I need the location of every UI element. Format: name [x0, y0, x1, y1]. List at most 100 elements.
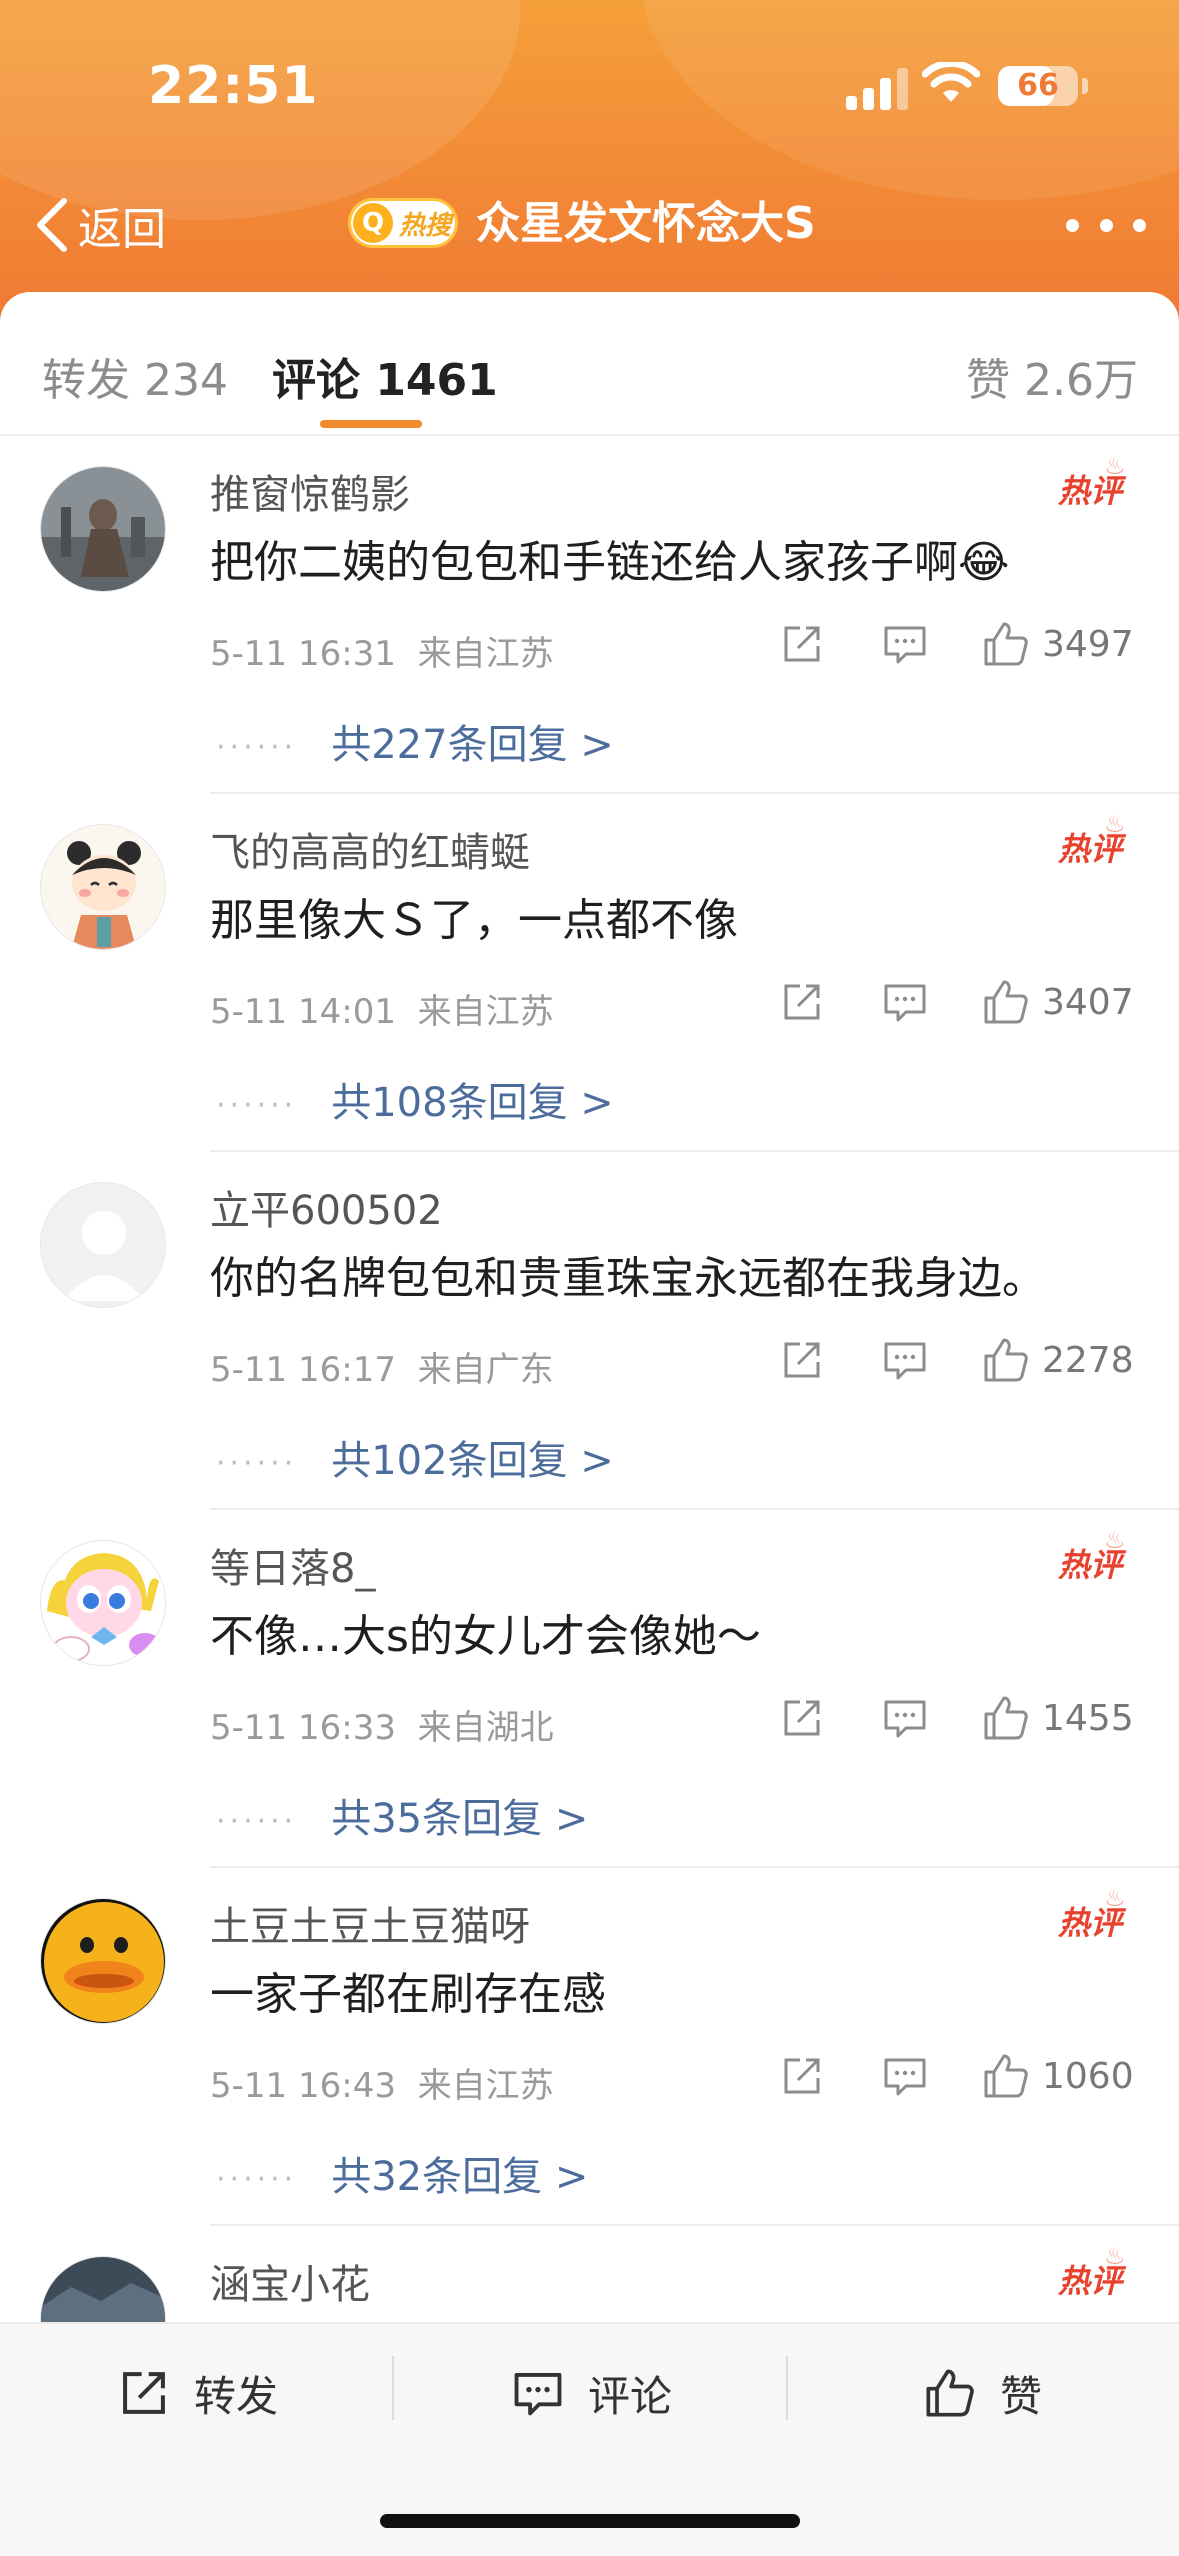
share-icon [784, 2058, 820, 2094]
like-count: 1455 [1042, 1697, 1134, 1739]
view-replies-link[interactable]: ······ 共102条回复 > [216, 1428, 614, 1486]
comment-meta: 5-11 16:43 来自江苏 [210, 2058, 554, 2107]
like-button[interactable]: 1455 [982, 1688, 1134, 1748]
comment-username[interactable]: 土豆土豆土豆猫呀 [210, 1894, 530, 1952]
like-button[interactable]: 3407 [982, 972, 1134, 1032]
comment-text: 你的名牌包包和贵重珠宝永远都在我身边。 [210, 1253, 1046, 1304]
view-replies-link[interactable]: ······ 共35条回复 > [216, 1786, 588, 1844]
view-replies-link[interactable]: ······ 共32条回复 > [216, 2144, 588, 2202]
comment-meta: 5-11 16:17 来自广东 [210, 1342, 554, 1391]
more-options-icon[interactable] [1066, 210, 1146, 240]
header: 22:51 66 返回 Q 热搜 众星发文怀念大S [0, 0, 1179, 320]
avatar[interactable] [40, 2256, 166, 2322]
comment-item: 等日落8_ 热评 ♨ 不像…大s的女儿才会像她～ 5-11 16:33 来自湖北 … [0, 1510, 1179, 1868]
comment-username[interactable]: 涵宝小花 [210, 2252, 370, 2310]
comment-meta: 5-11 16:31 来自江苏 [210, 626, 554, 675]
hot-search-label: 热搜 [399, 210, 452, 241]
comment-meta: 5-11 16:33 来自湖北 [210, 1700, 554, 1749]
avatar[interactable] [40, 824, 166, 950]
comment-icon [884, 626, 926, 664]
flame-icon: ♨ [1104, 452, 1126, 480]
comment-item: 立平600502 你的名牌包包和贵重珠宝永远都在我身边。 5-11 16:17 … [0, 1152, 1179, 1510]
comment-button[interactable]: 评论 [512, 2358, 672, 2428]
avatar[interactable] [40, 1182, 166, 1308]
comment-location: 来自湖北 [417, 1708, 554, 1748]
chevron-left-icon [37, 198, 67, 252]
share-icon [784, 1342, 820, 1378]
thumbs-up-icon [984, 980, 1028, 1024]
comment-item: 涵宝小花 热评 ♨ [0, 2226, 1179, 2322]
battery-tip [1082, 78, 1088, 94]
comment-time: 5-11 16:17 [210, 1350, 396, 1390]
search-icon: Q [353, 203, 393, 243]
page-title: 众星发文怀念大S [476, 198, 816, 249]
flame-icon: ♨ [1104, 1526, 1126, 1554]
comment-text: 不像…大s的女儿才会像她～ [210, 1611, 761, 1662]
tab-bar: 转发 234 评论 1461 赞 2.6万 [0, 292, 1179, 436]
back-button[interactable]: 返回 [32, 190, 166, 260]
share-icon [784, 1700, 820, 1736]
share-icon [123, 2372, 165, 2414]
like-button[interactable]: 3497 [982, 614, 1134, 674]
comment-username[interactable]: 飞的高高的红蜻蜓 [210, 820, 530, 878]
comment-location: 来自江苏 [417, 2066, 554, 2106]
flame-icon: ♨ [1104, 1884, 1126, 1912]
share-button[interactable] [780, 2046, 824, 2106]
share-icon [784, 984, 820, 1020]
tab-comments[interactable]: 评论 1461 [272, 344, 498, 408]
comment-username[interactable]: 等日落8_ [210, 1536, 375, 1594]
home-indicator[interactable] [380, 2514, 800, 2528]
comment-icon [884, 2058, 926, 2096]
share-button[interactable] [780, 1330, 824, 1390]
active-tab-indicator [320, 420, 422, 428]
repost-label: 转发 [194, 2371, 279, 2421]
reply-button[interactable] [882, 1330, 928, 1390]
thumbs-up-icon [984, 622, 1028, 666]
like-button[interactable]: 2278 [982, 1330, 1134, 1390]
reply-count-label: 共102条回复 > [331, 1438, 614, 1484]
reply-button[interactable] [882, 2046, 928, 2106]
wifi-icon [921, 59, 981, 106]
view-replies-link[interactable]: ······ 共108条回复 > [216, 1070, 614, 1128]
comment-icon [884, 1342, 926, 1380]
tab-likes[interactable]: 赞 2.6万 [966, 344, 1138, 408]
avatar[interactable] [40, 466, 166, 592]
hot-search-badge[interactable]: Q 热搜 [348, 198, 458, 248]
share-button[interactable] [780, 1688, 824, 1748]
reply-button[interactable] [882, 614, 928, 674]
thumbs-up-icon [984, 1696, 1028, 1740]
like-button[interactable]: 1060 [982, 2046, 1134, 2106]
comment-text: 那里像大Ｓ了，一点都不像 [210, 895, 738, 946]
comment-username[interactable]: 立平600502 [210, 1178, 443, 1236]
repost-button[interactable]: 转发 [118, 2358, 278, 2428]
reply-count-label: 共32条回复 > [331, 2154, 589, 2200]
comment-time: 5-11 14:01 [210, 992, 396, 1032]
avatar[interactable] [40, 1540, 166, 1666]
tab-repost[interactable]: 转发 234 [42, 344, 228, 408]
like-count: 1060 [1042, 2055, 1134, 2097]
hot-comment-badge: 热评 ♨ [1058, 452, 1126, 512]
like-post-button[interactable]: 赞 [924, 2358, 1042, 2428]
reply-button[interactable] [882, 972, 928, 1032]
comment-username[interactable]: 推窗惊鹤影 [210, 462, 410, 520]
comment-icon [884, 984, 926, 1022]
battery-icon: 66 [998, 66, 1078, 106]
cellular-signal-icon [846, 66, 908, 110]
flame-icon: ♨ [1104, 2242, 1126, 2270]
reply-count-label: 共227条回复 > [331, 722, 614, 768]
view-replies-link[interactable]: ······ 共227条回复 > [216, 712, 614, 770]
comment-item: 推窗惊鹤影 热评 ♨ 把你二姨的包包和手链还给人家孩子啊😂 5-11 16:31 … [0, 436, 1179, 794]
comment-time: 5-11 16:33 [210, 1708, 396, 1748]
comment-icon [884, 1700, 926, 1738]
share-button[interactable] [780, 972, 824, 1032]
hot-comment-badge: 热评 ♨ [1058, 810, 1126, 870]
comment-time: 5-11 16:43 [210, 2066, 396, 2106]
reply-button[interactable] [882, 1688, 928, 1748]
share-button[interactable] [780, 614, 824, 674]
avatar[interactable] [40, 1898, 166, 2024]
reply-count-label: 共35条回复 > [331, 1796, 589, 1842]
hot-comment-badge: 热评 ♨ [1058, 1884, 1126, 1944]
back-label: 返回 [78, 204, 166, 255]
divider [392, 2356, 394, 2420]
flame-icon: ♨ [1104, 810, 1126, 838]
